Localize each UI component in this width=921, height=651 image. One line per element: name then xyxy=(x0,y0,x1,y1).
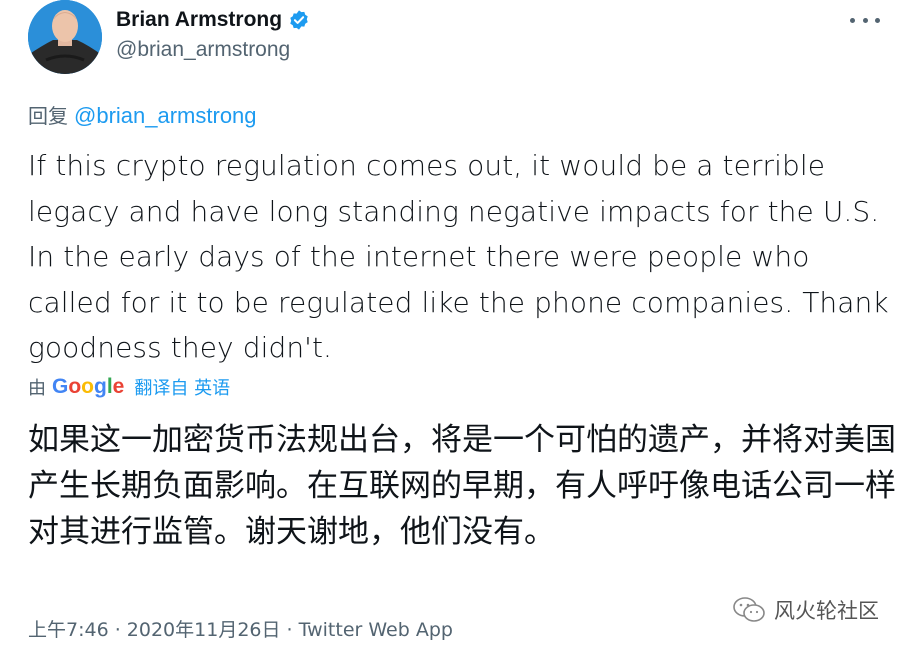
tweet-card: Brian Armstrong @brian_armstrong 回复 @bria… xyxy=(0,0,921,651)
reply-mention-link[interactable]: @brian_armstrong xyxy=(74,103,257,128)
more-dot xyxy=(850,17,855,23)
tweet-date[interactable]: 2020年11月26日 xyxy=(127,619,281,641)
tweet-text: If this crypto regulation comes out, it … xyxy=(28,149,889,364)
reply-prefix: 回复 xyxy=(28,104,68,128)
meta-separator: · xyxy=(280,619,299,641)
translation-by-prefix: 由 xyxy=(28,378,46,399)
wechat-icon xyxy=(733,597,765,622)
author-handle[interactable]: @brian_armstrong xyxy=(116,38,290,62)
watermark-text: 风火轮社区 xyxy=(774,599,879,623)
translated-text: 如果这一加密货币法规出台，将是一个可怕的遗产，并将对美国产生长期负面影响。在互联… xyxy=(28,422,896,550)
more-horizontal-icon[interactable] xyxy=(850,10,880,30)
avatar[interactable] xyxy=(28,0,102,74)
author-name-row[interactable]: Brian Armstrong xyxy=(116,8,310,32)
verified-badge-icon xyxy=(288,9,310,31)
tweet-time[interactable]: 上午7:46 xyxy=(28,619,109,641)
more-dot xyxy=(862,17,868,23)
more-dot xyxy=(875,17,880,23)
tweet-source-app[interactable]: Twitter Web App xyxy=(299,619,453,641)
translation-attribution: 由 Google 翻译自 英语 xyxy=(28,374,230,400)
google-logo: Google xyxy=(52,375,125,398)
watermark: 风火轮社区 xyxy=(732,595,879,625)
tweet-meta: 上午7:46 · 2020年11月26日 · Twitter Web App xyxy=(28,615,453,642)
meta-separator: · xyxy=(108,619,127,641)
reply-context: 回复 @brian_armstrong xyxy=(28,100,257,129)
author-name[interactable]: Brian Armstrong xyxy=(116,8,282,32)
translated-from-link[interactable]: 翻译自 英语 xyxy=(134,374,230,400)
